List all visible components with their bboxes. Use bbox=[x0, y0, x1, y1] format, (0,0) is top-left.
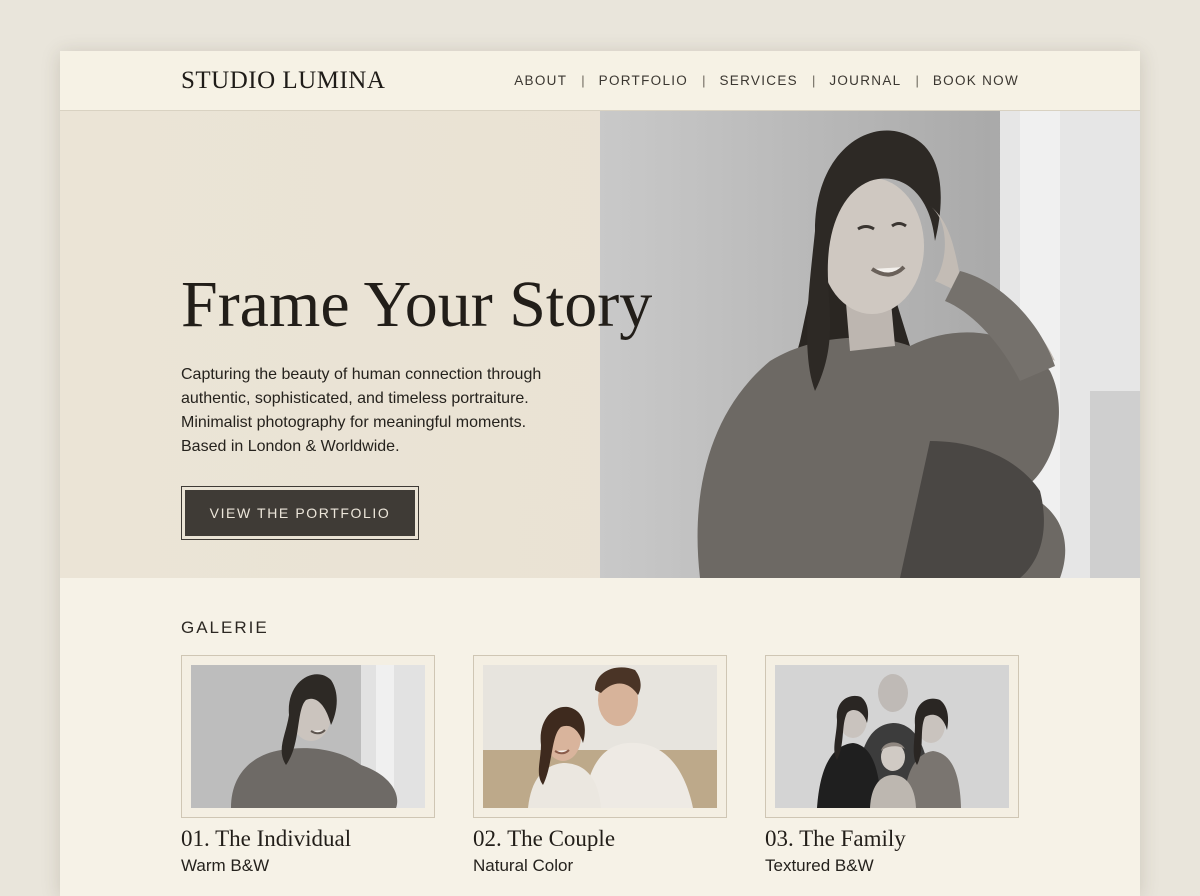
portrait-woman-illustration bbox=[697, 111, 1140, 578]
card-title: 03. The Family bbox=[765, 826, 906, 851]
couple-photo-illustration bbox=[483, 665, 717, 808]
nav-journal[interactable]: JOURNAL bbox=[829, 73, 901, 88]
card-image-frame bbox=[473, 655, 727, 818]
hero-title: Frame Your Story bbox=[181, 268, 653, 341]
card-image-frame bbox=[181, 655, 435, 818]
page: STUDIO LUMINA ABOUT | PORTFOLIO | SERVIC… bbox=[60, 51, 1140, 896]
nav-separator: | bbox=[581, 73, 585, 88]
gallery-card-individual[interactable]: 01. The Individual Warm B&W bbox=[181, 655, 435, 876]
nav-separator: | bbox=[915, 73, 919, 88]
site-header: STUDIO LUMINA ABOUT | PORTFOLIO | SERVIC… bbox=[60, 51, 1140, 111]
hero-section: Frame Your Story Capturing the beauty of… bbox=[60, 111, 1140, 578]
card-title: 02. The Couple bbox=[473, 826, 616, 851]
nav-portfolio[interactable]: PORTFOLIO bbox=[599, 73, 688, 88]
view-portfolio-label: VIEW THE PORTFOLIO bbox=[185, 490, 415, 536]
family-photo bbox=[775, 665, 1009, 808]
card-subtitle: Textured B&W bbox=[765, 856, 874, 875]
couple-photo bbox=[483, 665, 717, 808]
card-subtitle: Warm B&W bbox=[181, 856, 270, 875]
nav-book-now[interactable]: BOOK NOW bbox=[933, 73, 1019, 88]
brand-logo[interactable]: STUDIO LUMINA bbox=[181, 67, 385, 95]
gallery-card-couple[interactable]: 02. The Couple Natural Color bbox=[473, 655, 727, 876]
hero-portrait-photo bbox=[600, 111, 1140, 578]
main-nav: ABOUT | PORTFOLIO | SERVICES | JOURNAL |… bbox=[514, 73, 1019, 88]
individual-photo bbox=[191, 665, 425, 808]
hero-description: Capturing the beauty of human connection… bbox=[181, 366, 542, 455]
family-photo-illustration bbox=[775, 665, 1009, 808]
gallery-card-family[interactable]: 03. The Family Textured B&W bbox=[765, 655, 1019, 876]
view-portfolio-button[interactable]: VIEW THE PORTFOLIO bbox=[181, 486, 419, 540]
nav-separator: | bbox=[702, 73, 706, 88]
gallery-heading: GALERIE bbox=[181, 618, 269, 637]
nav-separator: | bbox=[811, 73, 816, 88]
card-image-frame bbox=[765, 655, 1019, 818]
card-subtitle: Natural Color bbox=[473, 856, 574, 875]
individual-photo-illustration bbox=[191, 665, 425, 808]
nav-services[interactable]: SERVICES bbox=[720, 73, 798, 88]
card-title: 01. The Individual bbox=[181, 826, 352, 851]
nav-about[interactable]: ABOUT bbox=[514, 73, 567, 88]
